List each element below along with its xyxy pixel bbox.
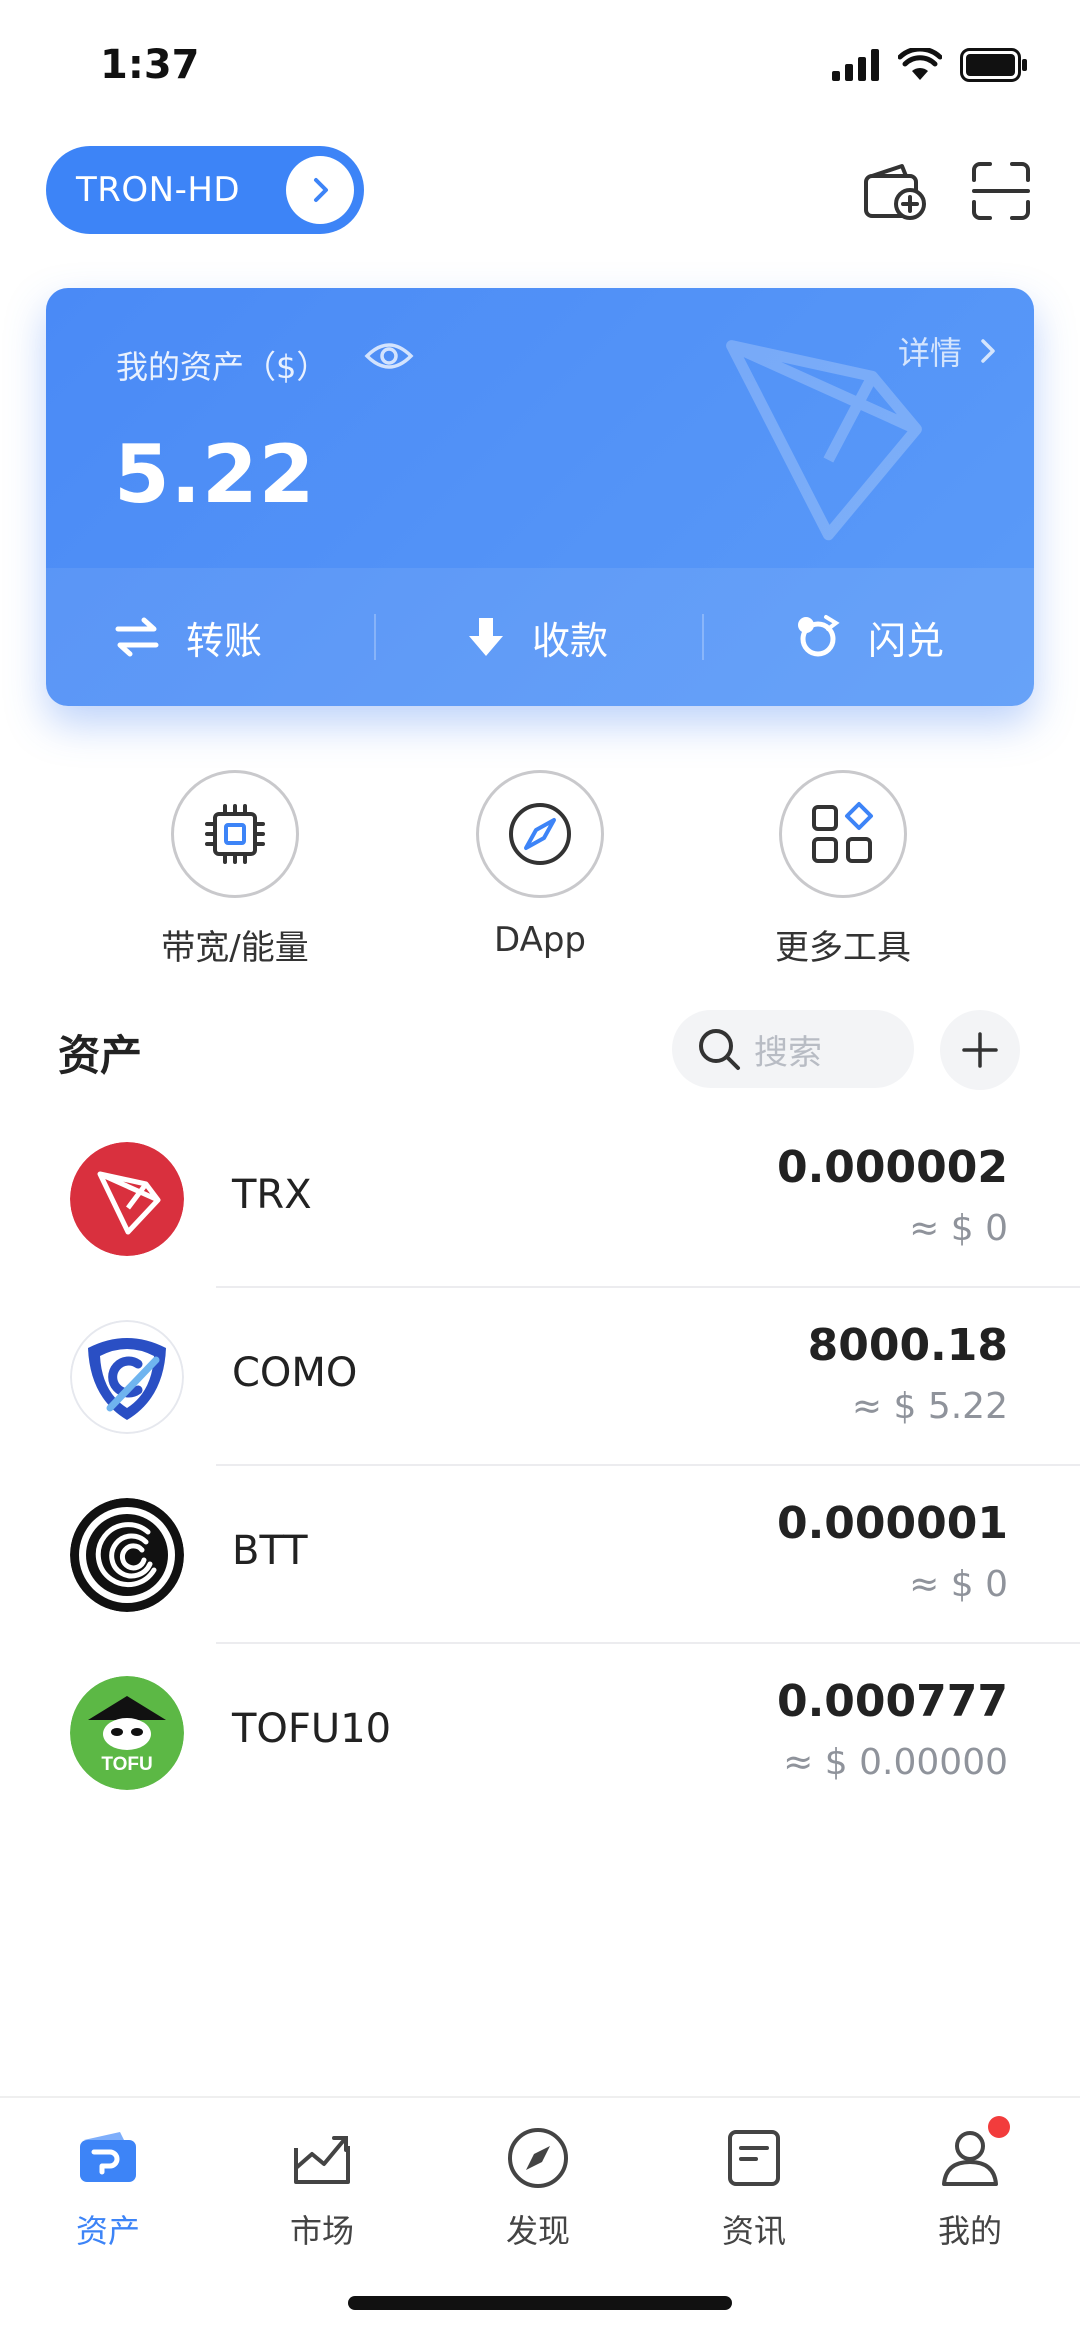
como-logo-icon (70, 1320, 184, 1434)
token-symbol: BTT (232, 1528, 308, 1574)
token-row-tofu10[interactable]: TOFU TOFU10 0.000777 ≈ $ 0.00000 (0, 1644, 1080, 1822)
cellular-signal-icon (832, 49, 879, 81)
assets-section-title: 资产 (58, 1031, 143, 1080)
dapp-tool[interactable]: DApp (425, 770, 655, 960)
nav-label: 资讯 (721, 2212, 786, 2250)
status-time: 1:37 (100, 42, 200, 88)
action-divider (702, 614, 704, 660)
token-value: ≈ $ 0 (909, 1208, 1008, 1249)
tool-icon-circle (476, 770, 604, 898)
nav-tab-assets[interactable]: 资产 (28, 2120, 188, 2252)
receive-icon (469, 618, 503, 656)
trx-logo-icon (70, 1142, 184, 1256)
token-row-trx[interactable]: TRX 0.000002 ≈ $ 0 (0, 1110, 1080, 1288)
tool-icon-circle (171, 770, 299, 898)
nav-label: 资产 (75, 2212, 140, 2250)
token-balance: 0.000002 (776, 1142, 1008, 1193)
news-icon (716, 2120, 792, 2196)
receive-label: 收款 (532, 618, 609, 663)
tool-label: 带宽/能量 (161, 928, 309, 968)
compass-icon (509, 803, 571, 865)
eye-toggle-icon[interactable] (364, 338, 414, 374)
nav-tab-news[interactable]: 资讯 (674, 2120, 834, 2252)
token-value: ≈ $ 5.22 (851, 1386, 1008, 1427)
chip-icon (205, 804, 265, 864)
transfer-icon (115, 617, 159, 657)
action-divider (374, 614, 376, 660)
token-value: ≈ $ 0 (909, 1564, 1008, 1605)
tool-label: 更多工具 (775, 928, 911, 968)
grid-icon (812, 802, 873, 863)
token-row-como[interactable]: COMO 8000.18 ≈ $ 5.22 (0, 1288, 1080, 1466)
receive-button[interactable]: 收款 (466, 568, 608, 706)
scan-icon (972, 162, 1030, 220)
swap-icon (798, 615, 840, 657)
tool-label: DApp (493, 920, 586, 960)
home-indicator (348, 2296, 732, 2310)
total-asset-amount: 5.22 (114, 428, 316, 521)
btt-logo-icon (70, 1498, 184, 1612)
token-row-btt[interactable]: BTT 0.000001 ≈ $ 0 (0, 1466, 1080, 1644)
discover-compass-icon (500, 2120, 576, 2196)
search-icon (699, 1029, 740, 1070)
transfer-label: 转账 (186, 618, 263, 663)
battery-icon (960, 48, 1027, 82)
scan-button[interactable] (966, 156, 1036, 226)
more-tools[interactable]: 更多工具 (728, 770, 958, 969)
nav-label: 我的 (937, 2212, 1002, 2250)
token-balance: 0.000777 (776, 1676, 1008, 1727)
nav-label: 发现 (505, 2212, 570, 2250)
wallet-switcher-button[interactable]: TRON-HD (46, 146, 364, 234)
tofu-logo-text: TOFU (101, 1754, 152, 1775)
add-wallet-button[interactable] (860, 156, 930, 226)
search-input[interactable]: 搜索 (672, 1010, 914, 1088)
bandwidth-energy-tool[interactable]: 带宽/能量 (120, 770, 350, 969)
swap-button[interactable]: 闪兑 (794, 568, 944, 706)
swap-label: 闪兑 (868, 618, 945, 663)
status-icons (832, 48, 1028, 82)
market-chart-icon (284, 2120, 360, 2196)
asset-card: 我的资产（$） 详情 5.22 转账 收款 闪兑 (46, 288, 1034, 706)
wallet-add-icon (864, 164, 926, 220)
token-symbol: COMO (232, 1350, 358, 1396)
asset-actions: 转账 收款 闪兑 (46, 568, 1034, 706)
notification-badge (988, 2116, 1010, 2138)
tool-icon-circle (779, 770, 907, 898)
token-value: ≈ $ 0.00000 (783, 1742, 1008, 1783)
asset-label: 我的资产（$） (116, 348, 329, 386)
chevron-right-icon (981, 339, 995, 363)
wallet-name: TRON-HD (76, 170, 241, 210)
token-symbol: TOFU10 (232, 1706, 392, 1752)
chevron-right-icon (286, 156, 354, 224)
wallet-icon (70, 2120, 146, 2196)
nav-tab-discover[interactable]: 发现 (458, 2120, 618, 2252)
detail-link[interactable]: 详情 (898, 328, 998, 374)
asset-summary: 我的资产（$） 详情 5.22 (46, 288, 1034, 568)
token-balance: 0.000001 (776, 1498, 1008, 1549)
nav-tab-market[interactable]: 市场 (242, 2120, 402, 2252)
nav-tab-profile[interactable]: 我的 (890, 2116, 1050, 2252)
profile-icon (932, 2116, 1010, 2196)
wifi-icon (898, 48, 942, 80)
tofu-logo-icon: TOFU (70, 1676, 184, 1790)
transfer-button[interactable]: 转账 (114, 568, 262, 706)
app-root: 1:37 TRON-HD 我的资产（$） 详情 5.22 转账 收款 闪兑 带宽… (0, 0, 1080, 2337)
detail-label: 详情 (897, 334, 962, 372)
status-bar: 1:37 (0, 0, 1080, 130)
token-balance: 8000.18 (807, 1320, 1008, 1371)
plus-icon (962, 1032, 998, 1068)
token-symbol: TRX (232, 1172, 312, 1218)
search-placeholder: 搜索 (754, 1032, 822, 1073)
nav-label: 市场 (289, 2212, 354, 2250)
add-token-button[interactable] (940, 1010, 1020, 1090)
